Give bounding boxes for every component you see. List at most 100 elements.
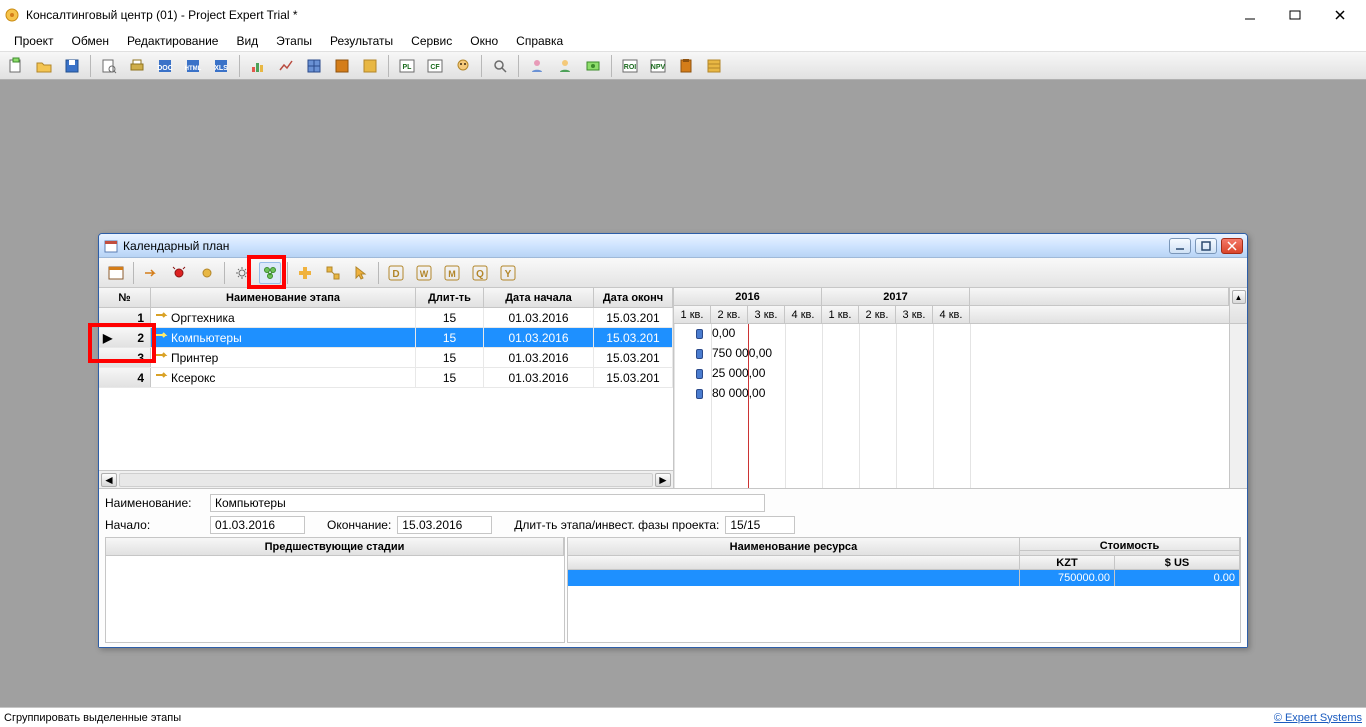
- menu-window[interactable]: Окно: [462, 32, 506, 50]
- tb-money-icon[interactable]: [581, 54, 605, 78]
- status-link[interactable]: © Expert Systems: [1274, 712, 1362, 724]
- window-maximize-button[interactable]: [1272, 0, 1317, 30]
- cal-scale-w[interactable]: W: [413, 262, 435, 284]
- cal-arrow-icon[interactable]: [140, 262, 162, 284]
- tb-open-icon[interactable]: [32, 54, 56, 78]
- cal-bug2-icon[interactable]: [196, 262, 218, 284]
- tb-grid2-icon[interactable]: [330, 54, 354, 78]
- app-icon: [4, 7, 20, 23]
- col-name[interactable]: Наименование этапа: [151, 288, 416, 307]
- gantt-bar[interactable]: [696, 349, 703, 359]
- window-minimize-button[interactable]: [1227, 0, 1272, 30]
- tb-user2-icon[interactable]: [553, 54, 577, 78]
- col-dur[interactable]: Длит-ть: [416, 288, 484, 307]
- menu-results[interactable]: Результаты: [322, 32, 401, 50]
- tb-grid3-icon[interactable]: [358, 54, 382, 78]
- tb-print-icon[interactable]: [125, 54, 149, 78]
- status-bar: Сгруппировать выделенные этапы © Expert …: [0, 707, 1366, 727]
- cal-link-icon[interactable]: [322, 262, 344, 284]
- col-end[interactable]: Дата оконч: [594, 288, 673, 307]
- tb-pl-icon[interactable]: PL: [395, 54, 419, 78]
- gantt-cost-label: 750 000,00: [712, 346, 772, 360]
- tb-save-icon[interactable]: [60, 54, 84, 78]
- quarter-cell: 3 кв.: [748, 306, 785, 323]
- cal-gear-icon[interactable]: [231, 262, 253, 284]
- tb-clipboard-icon[interactable]: [674, 54, 698, 78]
- stage-table[interactable]: № Наименование этапа Длит-ть Дата начала…: [99, 288, 674, 488]
- cal-scale-q[interactable]: Q: [469, 262, 491, 284]
- tb-chart1-icon[interactable]: [246, 54, 270, 78]
- stage-arrow-icon: [155, 351, 169, 365]
- detail-name-field[interactable]: Компьютеры: [210, 494, 765, 512]
- cal-scale-m[interactable]: M: [441, 262, 463, 284]
- menu-stages[interactable]: Этапы: [268, 32, 320, 50]
- gantt-panel[interactable]: 2016 2017 1 кв.2 кв.3 кв.4 кв.1 кв.2 кв.…: [674, 288, 1247, 488]
- resource-row[interactable]: 750000.00 0.00: [568, 570, 1240, 586]
- gantt-bar[interactable]: [696, 369, 703, 379]
- tb-face-icon[interactable]: [451, 54, 475, 78]
- cal-calendar-icon[interactable]: [105, 262, 127, 284]
- tb-grid1-icon[interactable]: [302, 54, 326, 78]
- table-row[interactable]: 4 Ксерокс1501.03.201615.03.201: [99, 368, 673, 388]
- predecessors-panel[interactable]: Предшествующие стадии: [105, 537, 565, 643]
- svg-text:D: D: [392, 269, 399, 280]
- detail-dur-field[interactable]: 15/15: [725, 516, 795, 534]
- detail-start-field[interactable]: 01.03.2016: [210, 516, 305, 534]
- res-cost-header: Стоимость: [1020, 542, 1239, 551]
- table-row[interactable]: 1 Оргтехника1501.03.201615.03.201: [99, 308, 673, 328]
- svg-text:M: M: [448, 269, 456, 279]
- col-num[interactable]: №: [99, 288, 151, 307]
- menu-help[interactable]: Справка: [508, 32, 571, 50]
- resources-panel[interactable]: Наименование ресурса Стоимость KZT $ US …: [567, 537, 1241, 643]
- window-close-button[interactable]: [1317, 0, 1362, 30]
- details-panel: Наименование: Компьютеры Начало: 01.03.2…: [99, 488, 1247, 647]
- quarter-cell: 3 кв.: [896, 306, 933, 323]
- cal-bug1-icon[interactable]: [168, 262, 190, 284]
- tb-chart2-icon[interactable]: [274, 54, 298, 78]
- col-start[interactable]: Дата начала: [484, 288, 594, 307]
- gantt-bar[interactable]: [696, 389, 703, 399]
- quarter-cell: 4 кв.: [933, 306, 970, 323]
- tb-cf-icon[interactable]: CF: [423, 54, 447, 78]
- detail-name-label: Наименование:: [105, 496, 204, 510]
- left-hscroll[interactable]: ◄►: [99, 470, 673, 488]
- stage-arrow-icon: [155, 371, 169, 385]
- detail-start-label: Начало:: [105, 518, 204, 532]
- child-titlebar[interactable]: Календарный план: [99, 234, 1247, 258]
- table-row[interactable]: ▶2 Компьютеры1501.03.201615.03.201: [99, 328, 673, 348]
- menu-exchange[interactable]: Обмен: [64, 32, 118, 50]
- tb-roi-icon[interactable]: ROI: [618, 54, 642, 78]
- gantt-bar[interactable]: [696, 329, 703, 339]
- detail-end-label: Окончание:: [327, 518, 391, 532]
- detail-end-field[interactable]: 15.03.2016: [397, 516, 492, 534]
- cal-add-icon[interactable]: [294, 262, 316, 284]
- svg-text:XLS: XLS: [214, 65, 228, 72]
- tb-doc-icon[interactable]: DOC: [153, 54, 177, 78]
- gantt-cost-label: 80 000,00: [712, 386, 765, 400]
- tb-search-icon[interactable]: [488, 54, 512, 78]
- cal-group-button[interactable]: [259, 262, 281, 284]
- cal-scale-y[interactable]: Y: [497, 262, 519, 284]
- gantt-cost-label: 0,00: [712, 326, 735, 340]
- quarter-cell: 2 кв.: [859, 306, 896, 323]
- res-name-header: Наименование ресурса: [568, 538, 1020, 555]
- tb-new-icon[interactable]: [4, 54, 28, 78]
- child-close-button[interactable]: [1221, 238, 1243, 254]
- tb-npv-icon[interactable]: NPV: [646, 54, 670, 78]
- cal-scale-d[interactable]: D: [385, 262, 407, 284]
- table-row[interactable]: 3 Принтер1501.03.201615.03.201: [99, 348, 673, 368]
- right-vscroll[interactable]: [1229, 324, 1247, 488]
- tb-preview-icon[interactable]: [97, 54, 121, 78]
- svg-text:Q: Q: [476, 269, 484, 280]
- tb-html-icon[interactable]: HTML: [181, 54, 205, 78]
- child-minimize-button[interactable]: [1169, 238, 1191, 254]
- tb-user1-icon[interactable]: [525, 54, 549, 78]
- cal-pointer-icon[interactable]: [350, 262, 372, 284]
- menu-service[interactable]: Сервис: [403, 32, 460, 50]
- tb-table-icon[interactable]: [702, 54, 726, 78]
- menu-edit[interactable]: Редактирование: [119, 32, 226, 50]
- menu-project[interactable]: Проект: [6, 32, 62, 50]
- tb-xls-icon[interactable]: XLS: [209, 54, 233, 78]
- menu-view[interactable]: Вид: [228, 32, 266, 50]
- child-maximize-button[interactable]: [1195, 238, 1217, 254]
